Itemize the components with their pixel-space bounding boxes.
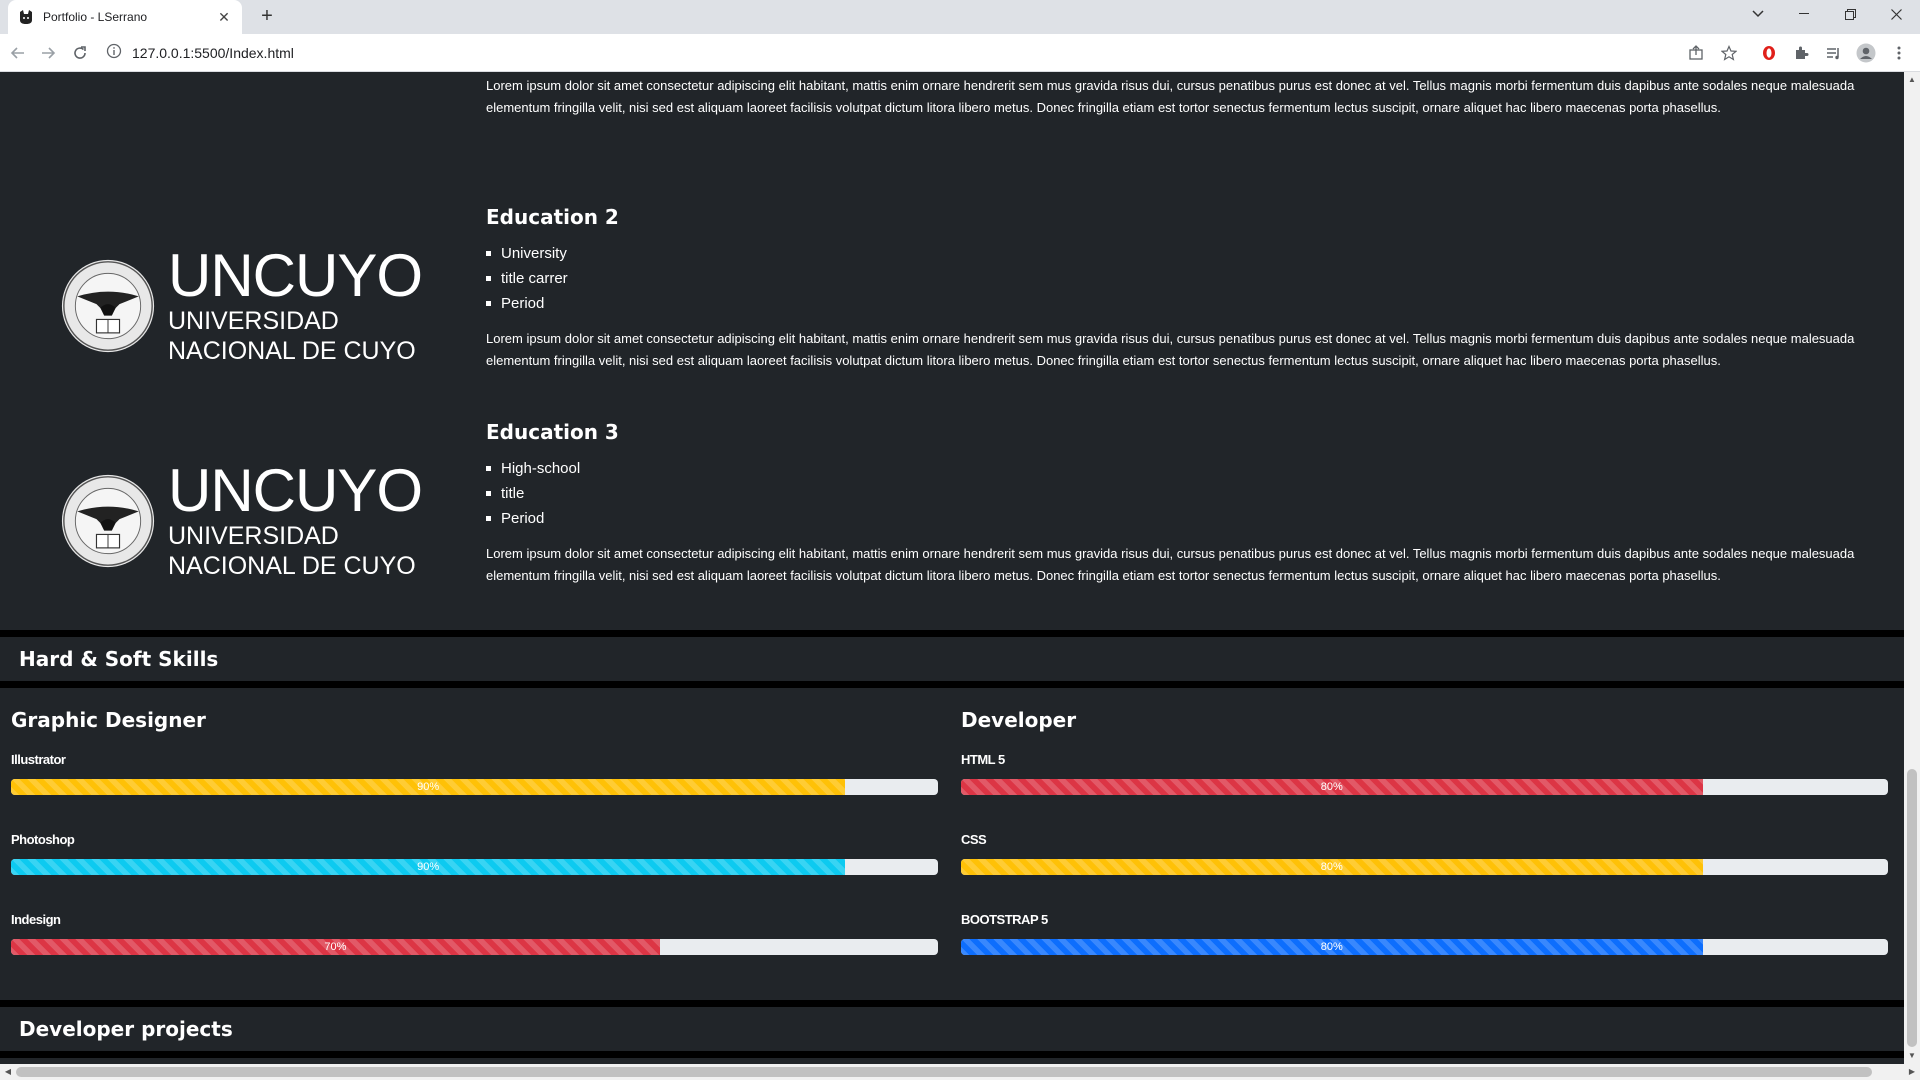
- logo-sub-line2: NACIONAL DE CUYO: [168, 337, 416, 365]
- progress-bar: 80%: [961, 939, 1888, 955]
- previous-education-description: Lorem ipsum dolor sit amet consectetur a…: [486, 78, 1855, 115]
- university-seal-icon: [61, 259, 155, 353]
- logo-sub-line1: UNIVERSIDAD: [168, 522, 339, 550]
- page-viewport: Lorem ipsum dolor sit amet consectetur a…: [0, 72, 1904, 1064]
- list-item: Period: [486, 506, 1866, 531]
- horizontal-scrollbar[interactable]: ◀ ▶: [0, 1064, 1920, 1080]
- progress-label: 70%: [324, 941, 347, 953]
- tab-search-icon[interactable]: [1735, 0, 1781, 28]
- extensions-icon[interactable]: [1787, 39, 1815, 67]
- university-seal-icon: [61, 474, 155, 568]
- skill-column-title: Graphic Designer: [11, 708, 206, 732]
- info-icon[interactable]: [106, 43, 122, 64]
- section-title: Developer projects: [19, 1017, 233, 1041]
- vertical-scrollbar[interactable]: ▲ ▼: [1904, 72, 1920, 1064]
- skills-section-header: Hard & Soft Skills: [0, 630, 1904, 688]
- logo-main-text: UNCUYO: [168, 457, 423, 524]
- reload-icon[interactable]: [66, 39, 94, 67]
- share-icon[interactable]: [1682, 39, 1710, 67]
- scroll-up-icon[interactable]: ▲: [1904, 72, 1920, 88]
- uncuyo-wordmark: UNCUYO UNIVERSIDAD NACIONAL DE CUYO: [168, 457, 423, 581]
- progress-bar: 80%: [961, 859, 1888, 875]
- progress-label: 80%: [1320, 941, 1343, 953]
- close-window-button[interactable]: [1873, 0, 1919, 28]
- back-icon[interactable]: [4, 39, 32, 67]
- progress-bar: 90%: [11, 779, 938, 795]
- progress-fill: 70%: [11, 939, 660, 955]
- progress-fill: 80%: [961, 779, 1703, 795]
- tab-title: Portfolio - LSerrano: [43, 10, 148, 24]
- uncuyo-logo: UNCUYO UNIVERSIDAD NACIONAL DE CUYO: [60, 456, 423, 586]
- progress-fill: 80%: [961, 939, 1703, 955]
- list-item: High-school: [486, 456, 1866, 481]
- scrollbar-thumb[interactable]: [16, 1067, 1872, 1077]
- progress-label: 80%: [1320, 781, 1343, 793]
- progress-bar: 80%: [961, 779, 1888, 795]
- skill-name: Photoshop: [11, 832, 75, 847]
- uncuyo-logo: UNCUYO UNIVERSIDAD NACIONAL DE CUYO: [60, 241, 423, 371]
- education-title: Education 2: [486, 205, 619, 229]
- scrollbar-thumb[interactable]: [1907, 769, 1917, 1047]
- graphic-designer-skills: Graphic Designer Illustrator 90% Photosh…: [11, 708, 938, 1008]
- section-title: Hard & Soft Skills: [19, 647, 219, 671]
- url-text: 127.0.0.1:5500/Index.html: [132, 45, 294, 61]
- tab-strip: Portfolio - LSerrano ✕ +: [0, 0, 1920, 34]
- progress-fill: 90%: [11, 779, 846, 795]
- progress-fill: 80%: [961, 859, 1703, 875]
- close-tab-icon[interactable]: ✕: [216, 9, 232, 25]
- education-details-list: High-school title Period: [486, 456, 1866, 531]
- skill-name: BOOTSTRAP 5: [961, 912, 1048, 927]
- projects-section-header: Developer projects: [0, 1000, 1904, 1058]
- education-item: Education 3 High-school title Period Lor…: [486, 420, 1866, 587]
- education-description: Lorem ipsum dolor sit amet consectetur a…: [486, 546, 1855, 583]
- previous-education-logo: [120, 72, 370, 78]
- browser-toolbar: 127.0.0.1:5500/Index.html: [0, 34, 1920, 72]
- list-item: title: [486, 481, 1866, 506]
- favicon-icon: [18, 9, 34, 25]
- forward-icon[interactable]: [34, 39, 62, 67]
- restore-button[interactable]: [1827, 0, 1873, 28]
- skill-name: HTML 5: [961, 752, 1005, 767]
- list-item: University: [486, 241, 1866, 266]
- progress-bar: 70%: [11, 939, 938, 955]
- education-description: Lorem ipsum dolor sit amet consectetur a…: [486, 331, 1855, 368]
- scroll-left-icon[interactable]: ◀: [0, 1064, 16, 1080]
- progress-label: 80%: [1320, 861, 1343, 873]
- opera-icon[interactable]: [1755, 39, 1783, 67]
- bookmark-star-icon[interactable]: [1715, 39, 1743, 67]
- education-title: Education 3: [486, 420, 619, 444]
- progress-fill: 90%: [11, 859, 846, 875]
- education-details-list: University title carrer Period: [486, 241, 1866, 316]
- menu-kebab-icon[interactable]: [1885, 39, 1913, 67]
- skill-name: Indesign: [11, 912, 61, 927]
- browser-tab[interactable]: Portfolio - LSerrano ✕: [8, 0, 242, 34]
- logo-sub-line1: UNIVERSIDAD: [168, 307, 339, 335]
- skill-name: Illustrator: [11, 752, 66, 767]
- scroll-down-icon[interactable]: ▼: [1904, 1048, 1920, 1064]
- previous-education-text-block: Lorem ipsum dolor sit amet consectetur a…: [486, 75, 1866, 119]
- address-bar[interactable]: 127.0.0.1:5500/Index.html: [106, 39, 1676, 67]
- scroll-right-icon[interactable]: ▶: [1904, 1064, 1920, 1080]
- logo-sub-line2: NACIONAL DE CUYO: [168, 552, 416, 580]
- developer-skills: Developer HTML 5 80% CSS 80% BOOTSTRAP 5…: [961, 708, 1888, 1008]
- education-item: Education 2 University title carrer Peri…: [486, 205, 1866, 372]
- skill-column-title: Developer: [961, 708, 1077, 732]
- logo-main-text: UNCUYO: [168, 242, 423, 309]
- skill-name: CSS: [961, 832, 987, 847]
- new-tab-button[interactable]: +: [255, 5, 279, 29]
- uncuyo-wordmark: UNCUYO UNIVERSIDAD NACIONAL DE CUYO: [168, 242, 423, 366]
- progress-bar: 90%: [11, 859, 938, 875]
- list-item: title carrer: [486, 266, 1866, 291]
- profile-avatar-icon[interactable]: [1852, 39, 1880, 67]
- progress-label: 90%: [417, 861, 440, 873]
- progress-label: 90%: [417, 781, 440, 793]
- reading-list-icon[interactable]: [1819, 39, 1847, 67]
- list-item: Period: [486, 291, 1866, 316]
- minimize-button[interactable]: [1781, 0, 1827, 28]
